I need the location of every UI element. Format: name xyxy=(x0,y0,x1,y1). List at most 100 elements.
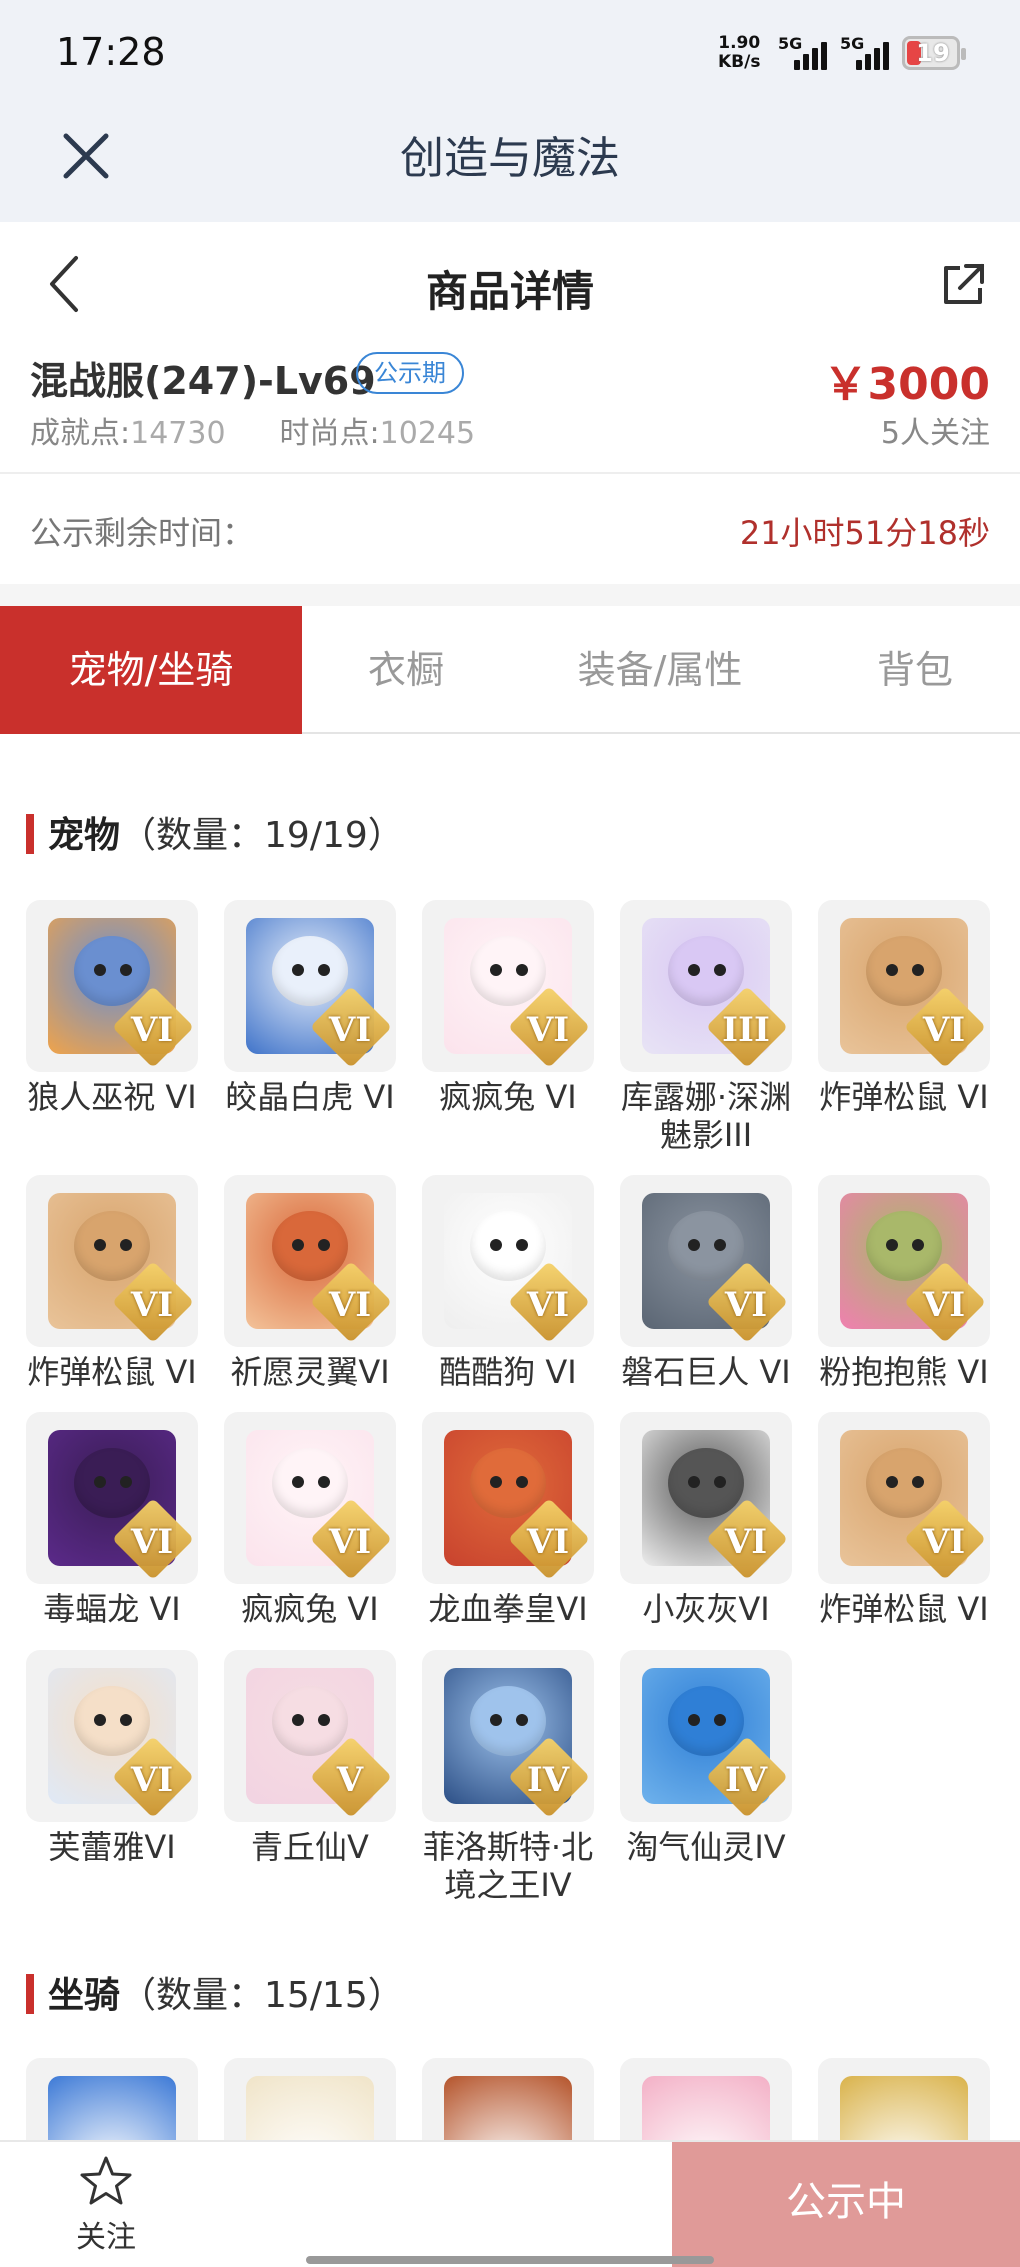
pet-card[interactable]: VI 炸弹松鼠 VI xyxy=(26,1175,198,1391)
pet-name: 皎晶白虎 VI xyxy=(225,1078,395,1116)
mount-thumbnail xyxy=(818,2058,990,2140)
pet-card[interactable]: V 青丘仙V xyxy=(224,1650,396,1866)
grade-label: VI xyxy=(328,1010,372,1050)
pet-name: 炸弹松鼠 VI xyxy=(819,1078,989,1116)
mount-card[interactable] xyxy=(818,2058,990,2140)
mount-portrait xyxy=(444,2076,572,2140)
pet-card[interactable]: VI 炸弹松鼠 VI xyxy=(818,1412,990,1628)
pet-card[interactable]: IV 淘气仙灵IV xyxy=(620,1650,792,1866)
pet-thumbnail: VI xyxy=(26,1175,198,1347)
pet-card[interactable]: VI 狼人巫祝 VI xyxy=(26,900,198,1116)
home-indicator xyxy=(306,2256,714,2264)
divider xyxy=(0,584,1020,606)
app-bar: 创造与魔法 xyxy=(0,110,1020,222)
pet-card[interactable]: VI 疯疯兔 VI xyxy=(224,1412,396,1628)
mount-card[interactable] xyxy=(224,2058,396,2140)
mount-thumbnail xyxy=(422,2058,594,2140)
grade-label: VI xyxy=(922,1285,966,1325)
mount-card[interactable] xyxy=(422,2058,594,2140)
tab-backpack[interactable]: 背包 xyxy=(810,606,1020,734)
grade-label: VI xyxy=(526,1522,570,1562)
pet-thumbnail: VI xyxy=(224,900,396,1072)
mount-card[interactable] xyxy=(620,2058,792,2140)
pet-card[interactable]: VI 酷酷狗 VI xyxy=(422,1175,594,1391)
pet-card[interactable]: VI 磐石巨人 VI xyxy=(620,1175,792,1391)
grade-label: VI xyxy=(130,1760,174,1800)
mount-portrait xyxy=(48,2076,176,2140)
mount-card[interactable] xyxy=(26,2058,198,2140)
pet-card[interactable]: VI 祈愿灵翼VI xyxy=(224,1175,396,1391)
pet-card[interactable]: III 库露娜·深渊魅影III xyxy=(620,900,792,1154)
mount-portrait xyxy=(246,2076,374,2140)
share-icon[interactable] xyxy=(940,262,986,308)
grade-label: V xyxy=(336,1760,364,1800)
fashion-label: 时尚点: xyxy=(279,416,380,451)
status-time: 17:28 xyxy=(56,30,166,74)
listing-price: ￥3000 xyxy=(823,359,990,410)
pet-thumbnail: VI xyxy=(26,900,198,1072)
countdown-value: 21小时51分18秒 xyxy=(739,514,990,552)
pet-card[interactable]: VI 小灰灰VI xyxy=(620,1412,792,1628)
pet-thumbnail: VI xyxy=(620,1175,792,1347)
listing-info: 混战服(247)-Lv69 公示期 ￥3000 成就点:14730 时尚点:102… xyxy=(0,340,1020,474)
pet-thumbnail: VI xyxy=(224,1412,396,1584)
pet-name: 炸弹松鼠 VI xyxy=(27,1353,197,1391)
mounts-grid xyxy=(26,2058,994,2140)
pet-card[interactable]: VI 疯疯兔 VI xyxy=(422,900,594,1116)
bottom-bar: 关注 公示中 xyxy=(0,2140,1020,2267)
mount-portrait xyxy=(642,2076,770,2140)
pets-grid: VI 狼人巫祝 VI VI 皎晶白虎 VI VI 疯疯兔 VI III 库露娜·深渊魅影III… xyxy=(26,900,994,1910)
battery-level: 19 xyxy=(916,39,950,67)
pet-card[interactable]: VI 芙蕾雅VI xyxy=(26,1650,198,1866)
pet-thumbnail: VI xyxy=(26,1412,198,1584)
pet-thumbnail: VI xyxy=(422,1175,594,1347)
fashion-value: 10245 xyxy=(379,416,476,451)
pet-name: 狼人巫祝 VI xyxy=(27,1078,197,1116)
page-title: 商品详情 xyxy=(425,267,594,316)
pet-name: 毒蝠龙 VI xyxy=(43,1590,181,1628)
pet-card[interactable]: VI 龙血拳皇VI xyxy=(422,1412,594,1628)
pet-card[interactable]: VI 粉抱抱熊 VI xyxy=(818,1175,990,1391)
pet-thumbnail: VI xyxy=(422,900,594,1072)
pet-thumbnail: VI xyxy=(422,1412,594,1584)
grade-label: VI xyxy=(526,1010,570,1050)
follower-count: 5人关注 xyxy=(880,416,990,451)
pet-name: 疯疯兔 VI xyxy=(439,1078,577,1116)
mounts-section-title: 坐骑（数量：15/15） xyxy=(26,1966,404,2018)
pet-thumbnail: VI xyxy=(818,900,990,1072)
grade-label: III xyxy=(722,1010,770,1050)
listing-stats: 成就点:14730 时尚点:10245 xyxy=(30,408,475,452)
grade-label: VI xyxy=(328,1285,372,1325)
grade-label: IV xyxy=(724,1760,768,1800)
publicity-status-button[interactable]: 公示中 xyxy=(672,2142,1020,2267)
pet-name: 菲洛斯特·北境之王IV xyxy=(422,1828,594,1904)
follow-button[interactable]: 关注 xyxy=(56,2154,156,2256)
grade-label: VI xyxy=(724,1285,768,1325)
pet-card[interactable]: IV 菲洛斯特·北境之王IV xyxy=(422,1650,594,1904)
tab-pets-mounts[interactable]: 宠物/坐骑 xyxy=(0,606,302,734)
pet-name: 酷酷狗 VI xyxy=(439,1353,577,1391)
pets-section-title: 宠物（数量：19/19） xyxy=(26,806,404,858)
pet-thumbnail: VI xyxy=(620,1412,792,1584)
signal-icon xyxy=(794,38,834,70)
mount-thumbnail xyxy=(620,2058,792,2140)
grade-label: VI xyxy=(526,1285,570,1325)
grade-label: VI xyxy=(328,1522,372,1562)
mount-portrait xyxy=(840,2076,968,2140)
pet-card[interactable]: VI 皎晶白虎 VI xyxy=(224,900,396,1116)
achievement-value: 14730 xyxy=(130,416,226,451)
pet-name: 芙蕾雅VI xyxy=(48,1828,176,1866)
pet-name: 祈愿灵翼VI xyxy=(230,1353,390,1391)
tab-wardrobe[interactable]: 衣橱 xyxy=(302,606,510,734)
pet-name: 粉抱抱熊 VI xyxy=(819,1353,989,1391)
countdown-label: 公示剩余时间： xyxy=(30,514,255,552)
network-speed: 1.90 KB/s xyxy=(718,33,761,72)
pet-card[interactable]: VI 炸弹松鼠 VI xyxy=(818,900,990,1116)
pet-card[interactable]: VI 毒蝠龙 VI xyxy=(26,1412,198,1628)
pet-name: 龙血拳皇VI xyxy=(428,1590,588,1628)
tab-equipment[interactable]: 装备/属性 xyxy=(510,606,810,734)
page-header: 商品详情 xyxy=(0,222,1020,350)
grade-label: VI xyxy=(724,1522,768,1562)
pet-thumbnail: III xyxy=(620,900,792,1072)
listing-name: 混战服(247)-Lv69 xyxy=(30,359,376,403)
